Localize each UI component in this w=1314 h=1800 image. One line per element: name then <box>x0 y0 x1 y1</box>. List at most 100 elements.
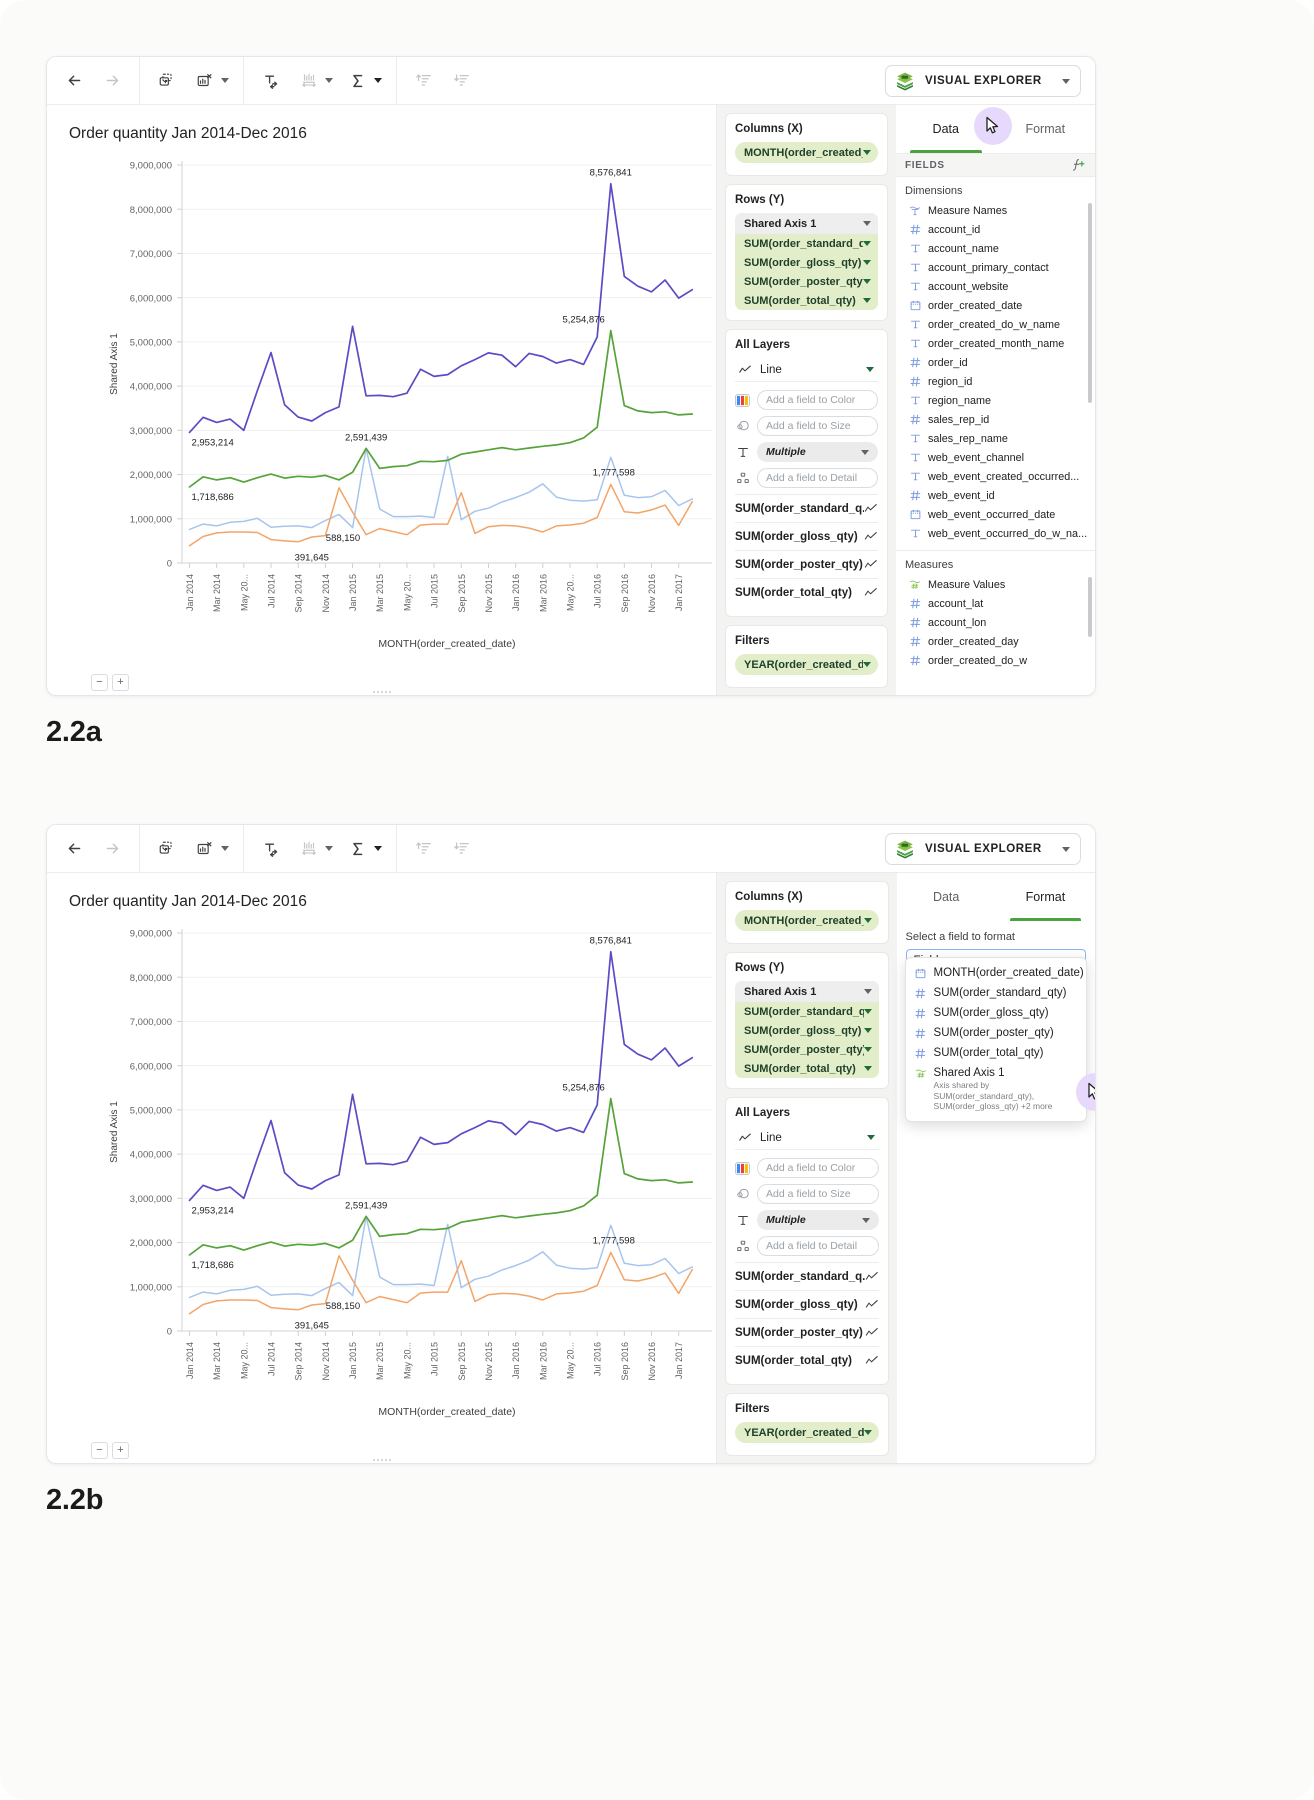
arrow-right-icon[interactable] <box>99 68 125 94</box>
filters-pill-year[interactable]: YEAR(order_created_date) <box>735 654 878 675</box>
dimension-item-17[interactable]: web_event_occurred_do_w_na... <box>896 524 1095 543</box>
dimension-item-8[interactable]: order_id <box>896 353 1095 372</box>
chevron-down-icon[interactable] <box>863 298 871 303</box>
rows-pill-1[interactable]: SUM(order_gloss_qty) <box>735 253 878 272</box>
dimension-item-12[interactable]: sales_rep_name <box>896 429 1095 448</box>
dimensions-list-a[interactable]: Measure Namesaccount_idaccount_nameaccou… <box>896 201 1095 543</box>
zoom-out-button[interactable]: − <box>91 1442 108 1459</box>
chevron-down-icon[interactable] <box>863 662 871 667</box>
sort-ascending-icon[interactable] <box>411 836 437 862</box>
format-option-0[interactable]: MONTH(order_created_date) <box>906 963 1086 983</box>
chevron-down-icon[interactable] <box>866 367 874 372</box>
arrow-left-icon[interactable] <box>61 68 87 94</box>
layer-row-0[interactable]: SUM(order_standard_q... <box>735 494 878 522</box>
dimensions-scrollbar[interactable] <box>1088 203 1092 403</box>
axis-range-caret-icon[interactable] <box>325 846 333 851</box>
dimension-item-10[interactable]: region_name <box>896 391 1095 410</box>
dimension-item-5[interactable]: order_created_date <box>896 296 1095 315</box>
mark-type-select[interactable]: Line <box>735 358 878 382</box>
zoom-in-button[interactable]: + <box>112 1442 129 1459</box>
chevron-down-icon[interactable] <box>864 1430 872 1435</box>
tab-format[interactable]: Format <box>996 873 1095 921</box>
chevron-down-icon[interactable] <box>861 450 869 455</box>
color-field-input[interactable]: Add a field to Color <box>757 1158 879 1178</box>
add-calculation-icon[interactable] <box>1071 158 1086 173</box>
format-option-5[interactable]: Shared Axis 1Axis shared by SUM(order_st… <box>906 1063 1086 1116</box>
clear-visualization-caret-icon[interactable] <box>221 78 229 83</box>
format-option-3[interactable]: SUM(order_poster_qty) <box>906 1023 1086 1043</box>
chevron-down-icon[interactable] <box>867 1135 875 1140</box>
chevron-down-icon[interactable] <box>862 1218 870 1223</box>
layer-row-3[interactable]: SUM(order_total_qty) <box>735 1346 879 1374</box>
swap-fields-icon[interactable] <box>258 68 284 94</box>
chevron-down-icon[interactable] <box>864 1009 872 1014</box>
chevron-down-icon[interactable] <box>864 989 872 994</box>
sigma-caret-icon[interactable] <box>374 78 382 83</box>
measures-list-a[interactable]: Measure Valuesaccount_lataccount_lonorde… <box>896 575 1095 670</box>
dimension-item-2[interactable]: account_name <box>896 239 1095 258</box>
dimension-item-11[interactable]: sales_rep_id <box>896 410 1095 429</box>
visual-explorer-caret-icon[interactable] <box>1062 79 1070 84</box>
columns-pill-month[interactable]: MONTH(order_created_d... <box>735 910 879 931</box>
axis-range-icon[interactable] <box>296 836 322 862</box>
clear-visualization-icon[interactable] <box>192 68 218 94</box>
sort-ascending-icon[interactable] <box>411 68 437 94</box>
dimension-item-13[interactable]: web_event_channel <box>896 448 1095 467</box>
sort-descending-icon[interactable] <box>449 836 475 862</box>
resize-grip[interactable] <box>365 689 399 695</box>
sigma-caret-icon[interactable] <box>374 846 382 851</box>
tab-data[interactable]: Data <box>896 105 996 153</box>
dimension-item-7[interactable]: order_created_month_name <box>896 334 1095 353</box>
layer-row-2[interactable]: SUM(order_poster_qty) <box>735 1318 879 1346</box>
dimension-item-0[interactable]: Measure Names <box>896 201 1095 220</box>
measure-item-1[interactable]: account_lat <box>896 594 1095 613</box>
color-field-input[interactable]: Add a field to Color <box>757 390 878 410</box>
chevron-down-icon[interactable] <box>863 221 871 226</box>
rows-pill-3[interactable]: SUM(order_total_qty) <box>735 291 878 310</box>
layer-row-2[interactable]: SUM(order_poster_qty) <box>735 550 878 578</box>
text-field-value[interactable]: Multiple <box>757 442 878 462</box>
dimension-item-15[interactable]: web_event_id <box>896 486 1095 505</box>
measure-item-0[interactable]: Measure Values <box>896 575 1095 594</box>
layer-row-1[interactable]: SUM(order_gloss_qty) <box>735 1290 879 1318</box>
sigma-icon[interactable] <box>345 68 371 94</box>
dimension-item-14[interactable]: web_event_created_occurred... <box>896 467 1095 486</box>
detail-field-input[interactable]: Add a field to Detail <box>757 468 878 488</box>
visual-explorer-button-a[interactable]: VISUAL EXPLORER <box>885 65 1081 97</box>
chevron-down-icon[interactable] <box>863 150 871 155</box>
chevron-down-icon[interactable] <box>864 1047 872 1052</box>
tab-data[interactable]: Data <box>897 873 996 921</box>
dimension-item-6[interactable]: order_created_do_w_name <box>896 315 1095 334</box>
add-visualization-icon[interactable] <box>154 836 180 862</box>
rows-pill-2[interactable]: SUM(order_poster_qty) <box>735 272 878 291</box>
chevron-down-icon[interactable] <box>863 241 871 246</box>
chart-canvas-a[interactable]: 01,000,0002,000,0003,000,0004,000,0005,0… <box>47 143 717 683</box>
chevron-down-icon[interactable] <box>864 918 872 923</box>
rows-pill-3[interactable]: SUM(order_total_qty) <box>735 1059 879 1078</box>
arrow-left-icon[interactable] <box>61 836 87 862</box>
swap-fields-icon[interactable] <box>258 836 284 862</box>
format-option-1[interactable]: SUM(order_standard_qty) <box>906 983 1086 1003</box>
format-option-4[interactable]: SUM(order_total_qty) <box>906 1043 1086 1063</box>
dimension-item-1[interactable]: account_id <box>896 220 1095 239</box>
resize-grip[interactable] <box>365 1457 399 1463</box>
size-field-input[interactable]: Add a field to Size <box>757 416 878 436</box>
dimension-item-16[interactable]: web_event_occurred_date <box>896 505 1095 524</box>
chevron-down-icon[interactable] <box>864 1028 872 1033</box>
dimension-item-4[interactable]: account_website <box>896 277 1095 296</box>
dimension-item-3[interactable]: account_primary_contact <box>896 258 1095 277</box>
mark-type-select[interactable]: Line <box>735 1126 879 1150</box>
columns-pill-month[interactable]: MONTH(order_created_d... <box>735 142 878 163</box>
measure-item-4[interactable]: order_created_do_w <box>896 651 1095 670</box>
tab-format[interactable]: Format <box>996 105 1096 153</box>
rows-pill-1[interactable]: SUM(order_gloss_qty) <box>735 1021 879 1040</box>
detail-field-input[interactable]: Add a field to Detail <box>757 1236 879 1256</box>
zoom-out-button[interactable]: − <box>91 674 108 691</box>
clear-visualization-caret-icon[interactable] <box>221 846 229 851</box>
size-field-input[interactable]: Add a field to Size <box>757 1184 879 1204</box>
layer-row-3[interactable]: SUM(order_total_qty) <box>735 578 878 606</box>
axis-range-icon[interactable] <box>296 68 322 94</box>
dimension-item-9[interactable]: region_id <box>896 372 1095 391</box>
format-field-dropdown[interactable]: MONTH(order_created_date)SUM(order_stand… <box>905 957 1087 1122</box>
axis-range-caret-icon[interactable] <box>325 78 333 83</box>
